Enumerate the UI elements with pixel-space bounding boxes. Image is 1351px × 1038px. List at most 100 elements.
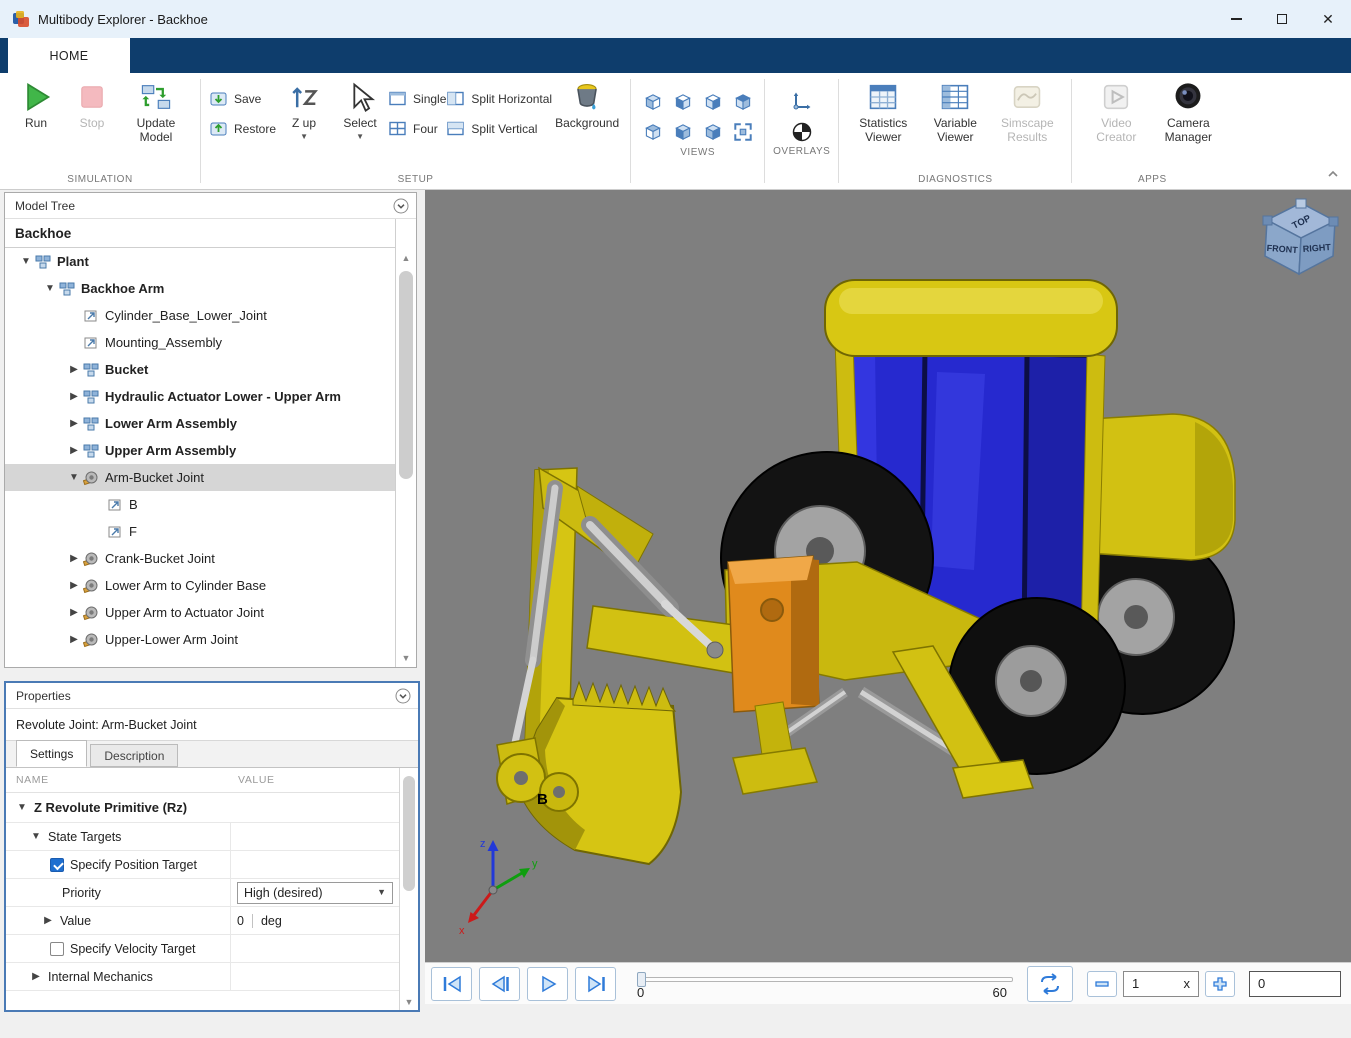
row-specify-velocity-target[interactable]: Specify Velocity Target xyxy=(6,935,399,963)
loop-button[interactable] xyxy=(1027,966,1073,1002)
expand-arrow-icon[interactable]: ▶ xyxy=(65,634,83,645)
expand-arrow-icon[interactable]: ▶ xyxy=(65,364,83,375)
four-pane-button[interactable]: Four xyxy=(388,119,446,138)
tree-item-upper-lower-arm-joint[interactable]: ▶Upper-Lower Arm Joint xyxy=(5,626,395,653)
maximize-button[interactable] xyxy=(1259,0,1305,38)
row-value[interactable]: ▶Value 0deg xyxy=(6,907,399,935)
variable-viewer-button[interactable]: Variable Viewer xyxy=(919,75,991,145)
specify-velocity-target-checkbox[interactable] xyxy=(50,942,64,956)
row-specify-position-target[interactable]: Specify Position Target xyxy=(6,851,399,879)
select-dropdown-icon[interactable]: ▼ xyxy=(356,133,364,141)
3d-scene[interactable]: B TOP FRONT RIGHT z y x xyxy=(425,190,1351,962)
step-forward-button[interactable] xyxy=(575,967,616,1001)
properties-scrollbar[interactable]: ▼ xyxy=(399,768,418,1010)
split-vertical-button[interactable]: Split Vertical xyxy=(446,119,552,138)
scroll-down-icon[interactable]: ▼ xyxy=(400,997,418,1007)
properties-scrollbar-thumb[interactable] xyxy=(403,776,415,891)
backhoe-model[interactable] xyxy=(497,280,1235,864)
tree-item-upper-arm-to-actuator-joint[interactable]: ▶Upper Arm to Actuator Joint xyxy=(5,599,395,626)
expand-arrow-icon[interactable]: ▶ xyxy=(65,418,83,429)
value-unit-field[interactable]: deg xyxy=(261,914,282,928)
close-button[interactable]: ✕ xyxy=(1305,0,1351,38)
tree-scrollbar[interactable]: ▲ ▼ xyxy=(395,219,416,667)
select-button[interactable]: Select ▼ xyxy=(332,75,388,141)
view-right-button[interactable] xyxy=(699,88,726,115)
collapse-properties-icon[interactable] xyxy=(395,688,411,704)
save-view-button[interactable]: Save xyxy=(209,89,276,108)
tree-item-cylinder-base-lower-joint[interactable]: Cylinder_Base_Lower_Joint xyxy=(5,302,395,329)
tree-item-lower-arm-to-cylinder-base[interactable]: ▶Lower Arm to Cylinder Base xyxy=(5,572,395,599)
run-button[interactable]: Run xyxy=(8,75,64,131)
view-back-button[interactable] xyxy=(639,118,666,145)
priority-dropdown[interactable]: High (desired)▼ xyxy=(237,882,393,904)
scroll-up-icon[interactable]: ▲ xyxy=(396,253,416,263)
step-back-button[interactable] xyxy=(479,967,520,1001)
tree-item-upper-arm-assembly[interactable]: ▶Upper Arm Assembly xyxy=(5,437,395,464)
row-internal-mechanics[interactable]: ▶Internal Mechanics xyxy=(6,963,399,991)
collapse-model-tree-icon[interactable] xyxy=(393,198,409,214)
expand-value-icon[interactable]: ▶ xyxy=(42,915,54,926)
tab-description[interactable]: Description xyxy=(90,744,178,767)
z-up-dropdown-icon[interactable]: ▼ xyxy=(300,133,308,141)
tree-item-crank-bucket-joint[interactable]: ▶Crank-Bucket Joint xyxy=(5,545,395,572)
frame-overlay-button[interactable] xyxy=(790,88,814,112)
current-time-field[interactable]: 0 xyxy=(1249,971,1341,997)
view-top-button[interactable] xyxy=(729,88,756,115)
row-z-revolute-primitive[interactable]: ▼Z Revolute Primitive (Rz) xyxy=(6,793,399,823)
3d-viewport[interactable]: B TOP FRONT RIGHT z y x xyxy=(425,190,1351,962)
view-isometric-button[interactable] xyxy=(639,88,666,115)
split-horizontal-button[interactable]: Split Horizontal xyxy=(446,89,552,108)
expand-arrow-icon[interactable]: ▶ xyxy=(65,391,83,402)
view-left-button[interactable] xyxy=(669,118,696,145)
expand-arrow-icon[interactable]: ▼ xyxy=(41,283,59,294)
expand-arrow-icon[interactable]: ▶ xyxy=(65,553,83,564)
restore-view-button[interactable]: Restore xyxy=(209,119,276,138)
view-front-button[interactable] xyxy=(669,88,696,115)
view-cube[interactable]: TOP FRONT RIGHT xyxy=(1263,199,1338,274)
minimize-ribbon-button[interactable] xyxy=(1325,167,1341,181)
camera-manager-button[interactable]: Camera Manager xyxy=(1152,75,1224,145)
expand-group-icon[interactable]: ▶ xyxy=(30,971,42,982)
tab-settings[interactable]: Settings xyxy=(16,740,87,767)
row-state-targets[interactable]: ▼State Targets xyxy=(6,823,399,851)
zoom-fit-button[interactable] xyxy=(729,118,756,145)
z-up-button[interactable]: Z up ▼ xyxy=(276,75,332,141)
statistics-viewer-button[interactable]: Statistics Viewer xyxy=(847,75,919,145)
go-to-start-button[interactable] xyxy=(431,967,472,1001)
tree-item-mounting-assembly[interactable]: Mounting_Assembly xyxy=(5,329,395,356)
minimize-button[interactable] xyxy=(1213,0,1259,38)
tree-root-row[interactable]: Backhoe xyxy=(5,219,416,248)
speed-increase-button[interactable] xyxy=(1205,971,1235,997)
collapse-group-icon[interactable]: ▼ xyxy=(30,831,42,842)
speed-decrease-button[interactable] xyxy=(1087,971,1117,997)
com-overlay-button[interactable] xyxy=(790,120,814,144)
expand-arrow-icon[interactable]: ▶ xyxy=(65,445,83,456)
expand-arrow-icon[interactable]: ▶ xyxy=(65,607,83,618)
tree-item-bucket[interactable]: ▶Bucket xyxy=(5,356,395,383)
collapse-section-icon[interactable]: ▼ xyxy=(16,802,28,813)
tree-scrollbar-thumb[interactable] xyxy=(399,271,413,479)
tree-item-lower-arm-assembly[interactable]: ▶Lower Arm Assembly xyxy=(5,410,395,437)
tree-item-plant[interactable]: ▼Plant xyxy=(5,248,395,275)
value-number-field[interactable]: 0 xyxy=(237,914,244,928)
tab-home[interactable]: HOME xyxy=(8,38,130,73)
specify-position-target-checkbox[interactable] xyxy=(50,858,64,872)
view-bottom-button[interactable] xyxy=(699,118,726,145)
single-pane-button[interactable]: Single xyxy=(388,89,446,108)
tree-item-hydraulic-actuator[interactable]: ▶Hydraulic Actuator Lower - Upper Arm xyxy=(5,383,395,410)
view-cube-right-label[interactable]: RIGHT xyxy=(1302,242,1331,254)
tree-item-frame-b[interactable]: B xyxy=(5,491,395,518)
expand-arrow-icon[interactable]: ▼ xyxy=(17,256,35,267)
scroll-down-icon[interactable]: ▼ xyxy=(396,653,416,663)
tree-item-frame-f[interactable]: F xyxy=(5,518,395,545)
expand-arrow-icon[interactable]: ▼ xyxy=(65,472,83,483)
play-button[interactable] xyxy=(527,967,568,1001)
background-button[interactable]: Background xyxy=(552,75,622,131)
expand-arrow-icon[interactable]: ▶ xyxy=(65,580,83,591)
time-slider[interactable]: 0 60 xyxy=(637,963,1013,1004)
update-model-button[interactable]: Update Model xyxy=(120,75,192,145)
tree-item-arm-bucket-joint[interactable]: ▼Arm-Bucket Joint xyxy=(5,464,395,491)
slider-track[interactable] xyxy=(637,977,1013,982)
tree-item-backhoe-arm[interactable]: ▼Backhoe Arm xyxy=(5,275,395,302)
speed-input[interactable]: 1 x xyxy=(1123,971,1199,997)
